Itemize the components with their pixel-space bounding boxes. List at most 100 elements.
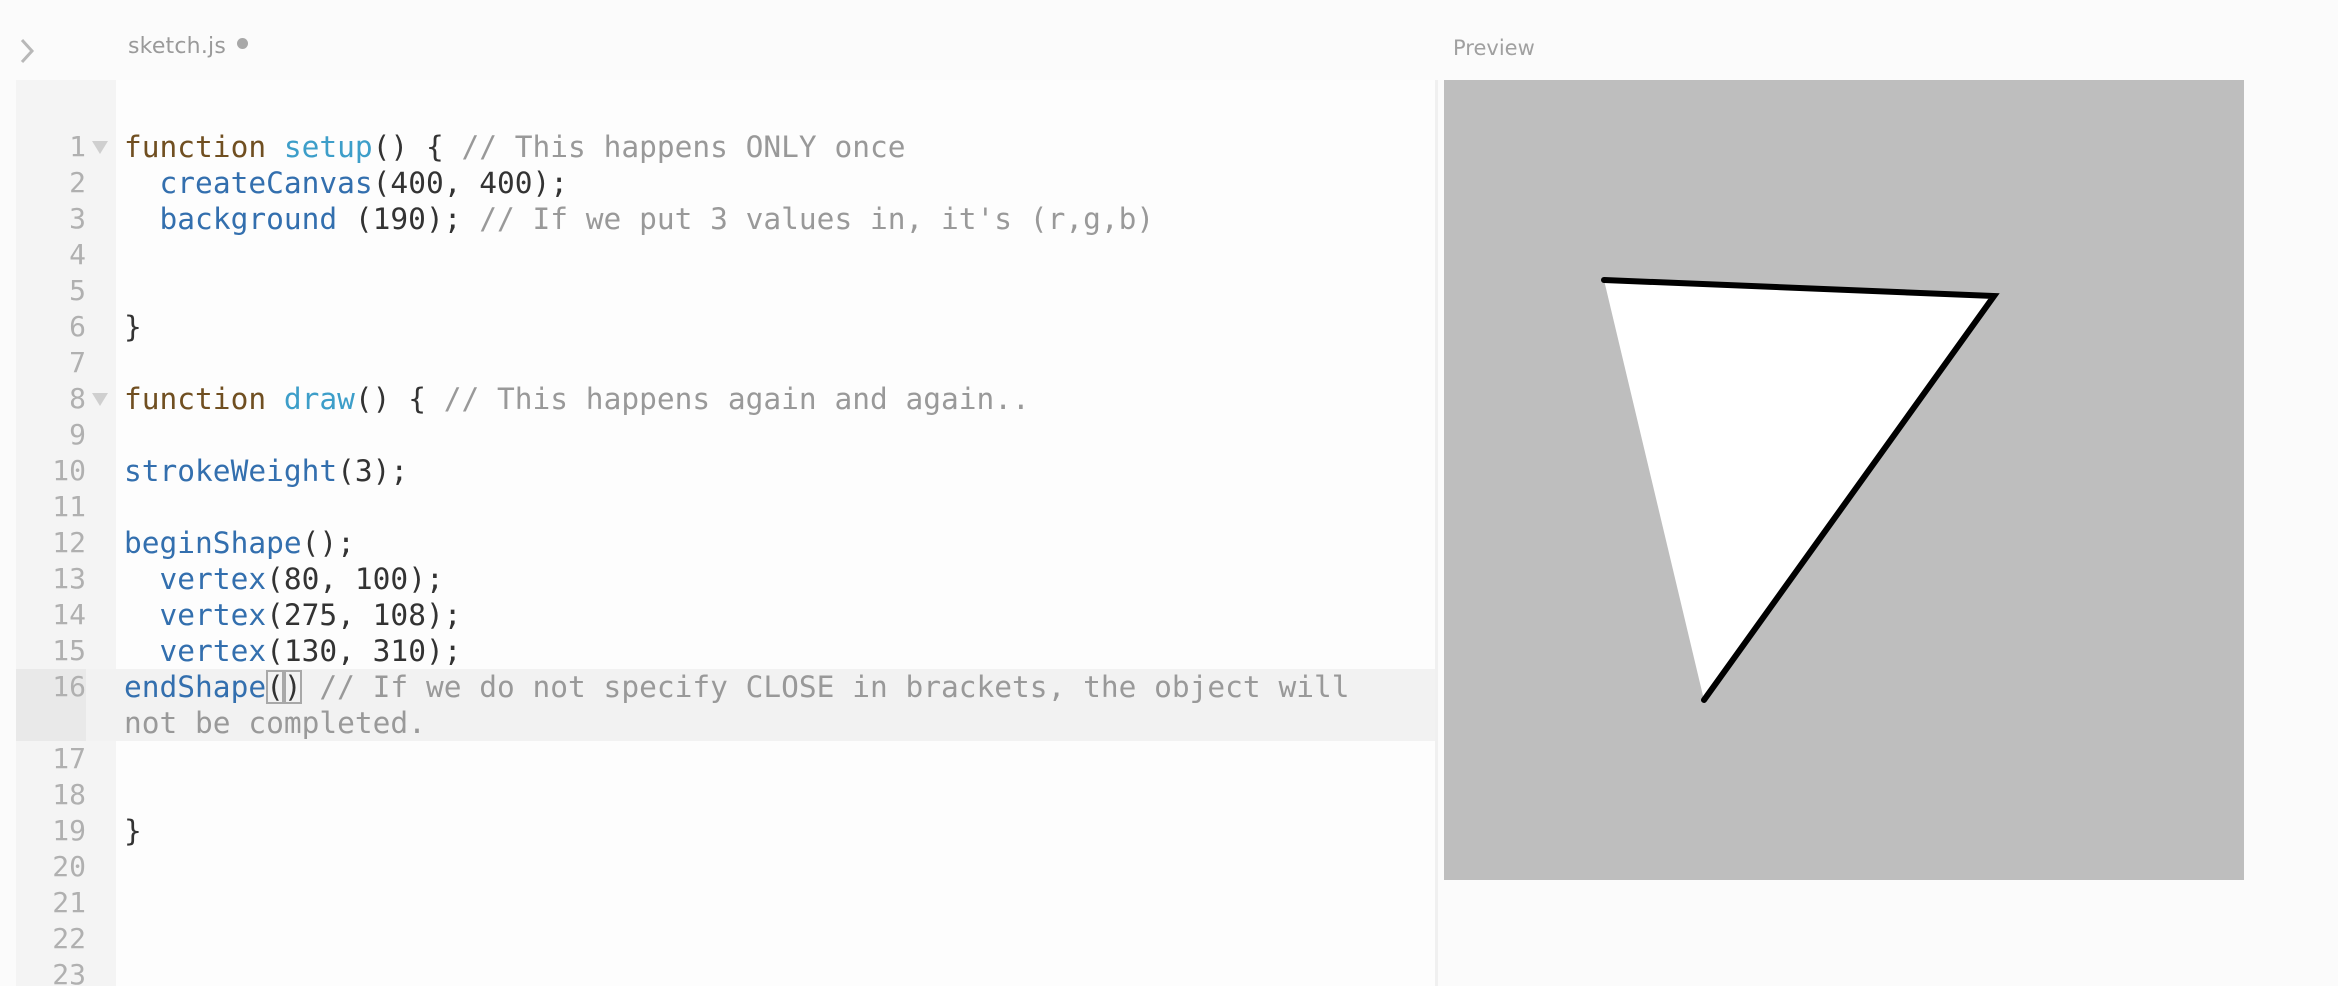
- function-name: vertex: [159, 598, 267, 632]
- code-token: ();: [301, 526, 355, 560]
- code-line[interactable]: 22: [16, 921, 1435, 957]
- function-name: setup: [283, 130, 373, 164]
- line-number: 9: [69, 418, 86, 451]
- line-number: 1: [69, 130, 86, 163]
- code-line[interactable]: 12 beginShape();: [16, 525, 1435, 561]
- comment: // This happens again and again..: [443, 382, 1030, 416]
- line-number: 17: [52, 742, 86, 775]
- code-line[interactable]: 3 background (190); // If we put 3 value…: [16, 201, 1435, 237]
- code-text: background (190); // If we put 3 values …: [124, 201, 1375, 237]
- function-name: beginShape: [124, 526, 302, 560]
- code-line[interactable]: 16 endShape() // If we do not specify CLO…: [16, 669, 1435, 741]
- code-token: (190);: [337, 202, 480, 236]
- line-number: 8: [69, 382, 86, 415]
- line-number: 16: [16, 669, 86, 741]
- function-name: vertex: [159, 634, 267, 668]
- preview-canvas[interactable]: [1444, 80, 2244, 880]
- code-token: }: [124, 814, 142, 848]
- fold-arrow-icon[interactable]: [92, 393, 108, 406]
- line-number: 2: [69, 166, 86, 199]
- function-name: vertex: [159, 562, 267, 596]
- code-line[interactable]: 23: [16, 957, 1435, 986]
- line-number: 10: [52, 454, 86, 487]
- code-text: function setup() { // This happens ONLY …: [124, 129, 1375, 165]
- code-line[interactable]: 6}: [16, 309, 1435, 345]
- keyword: function: [124, 130, 267, 164]
- code-token: (400, 400);: [372, 166, 569, 200]
- code-text: endShape() // If we do not specify CLOSE…: [124, 669, 1375, 741]
- code-line[interactable]: 20: [16, 849, 1435, 885]
- code-line[interactable]: 5: [16, 273, 1435, 309]
- line-number: 21: [52, 886, 86, 919]
- code-token: (275, 108);: [266, 598, 462, 632]
- code-text: vertex(130, 310);: [124, 633, 1375, 669]
- code-line[interactable]: 7: [16, 345, 1435, 381]
- line-number: 19: [52, 814, 86, 847]
- line-number: 15: [52, 634, 86, 667]
- code-line[interactable]: 9: [16, 417, 1435, 453]
- code-text: }: [124, 309, 1375, 345]
- code-line[interactable]: 14 vertex(275, 108);: [16, 597, 1435, 633]
- comment: // If we put 3 values in, it's (r,g,b): [479, 202, 1155, 236]
- sidebar-toggle-button[interactable]: [14, 36, 40, 66]
- preview-label: Preview: [1453, 36, 1535, 60]
- line-number: 4: [69, 238, 86, 271]
- code-line[interactable]: 15 vertex(130, 310);: [16, 633, 1435, 669]
- comment: // This happens ONLY once: [461, 130, 906, 164]
- code-line[interactable]: 8 function draw() { // This happens again…: [16, 381, 1435, 417]
- code-text: vertex(275, 108);: [124, 597, 1375, 633]
- line-number: 5: [69, 274, 86, 307]
- code-text: createCanvas(400, 400);: [124, 165, 1375, 201]
- line-number: 20: [52, 850, 86, 883]
- code-text: function draw() { // This happens again …: [124, 381, 1375, 417]
- code-line[interactable]: 1 function setup() { // This happens ONLY…: [16, 129, 1435, 165]
- function-name: strokeWeight: [124, 454, 338, 488]
- code-line[interactable]: 13 vertex(80, 100);: [16, 561, 1435, 597]
- function-name: createCanvas: [159, 166, 373, 200]
- code-line[interactable]: 2 createCanvas(400, 400);: [16, 165, 1435, 201]
- code-line[interactable]: 10 strokeWeight(3);: [16, 453, 1435, 489]
- line-number: 3: [69, 202, 86, 235]
- code-token: (130, 310);: [266, 634, 462, 668]
- code-text: beginShape();: [124, 525, 1375, 561]
- line-number: 6: [69, 310, 86, 343]
- matched-bracket: ): [283, 670, 302, 704]
- code-lines[interactable]: 1 function setup() { // This happens ONLY…: [16, 129, 1435, 986]
- code-line[interactable]: 19}: [16, 813, 1435, 849]
- line-number: 11: [52, 490, 86, 523]
- keyword: function: [124, 382, 267, 416]
- function-name: background: [159, 202, 338, 236]
- line-number: 22: [52, 922, 86, 955]
- code-text: }: [124, 813, 1375, 849]
- unsaved-indicator: [237, 38, 248, 49]
- code-token: (3);: [337, 454, 409, 488]
- code-token: () {: [372, 130, 462, 164]
- code-line[interactable]: 4: [16, 237, 1435, 273]
- code-text: vertex(80, 100);: [124, 561, 1375, 597]
- line-number: 23: [52, 958, 86, 986]
- code-token: () {: [354, 382, 444, 416]
- code-line[interactable]: 21: [16, 885, 1435, 921]
- line-number: 12: [52, 526, 86, 559]
- code-editor[interactable]: 1 function setup() { // This happens ONLY…: [16, 80, 1438, 986]
- code-line[interactable]: 18: [16, 777, 1435, 813]
- code-text: strokeWeight(3);: [124, 453, 1375, 489]
- line-number: 14: [52, 598, 86, 631]
- code-line[interactable]: 17: [16, 741, 1435, 777]
- line-number: 7: [69, 346, 86, 379]
- function-name: endShape: [124, 670, 267, 704]
- file-tab[interactable]: sketch.js: [128, 34, 226, 59]
- code-token: (80, 100);: [266, 562, 444, 596]
- chevron-right-icon: [20, 38, 35, 64]
- function-name: draw: [283, 382, 355, 416]
- fold-arrow-icon[interactable]: [92, 141, 108, 154]
- code-line[interactable]: 11: [16, 489, 1435, 525]
- line-number: 13: [52, 562, 86, 595]
